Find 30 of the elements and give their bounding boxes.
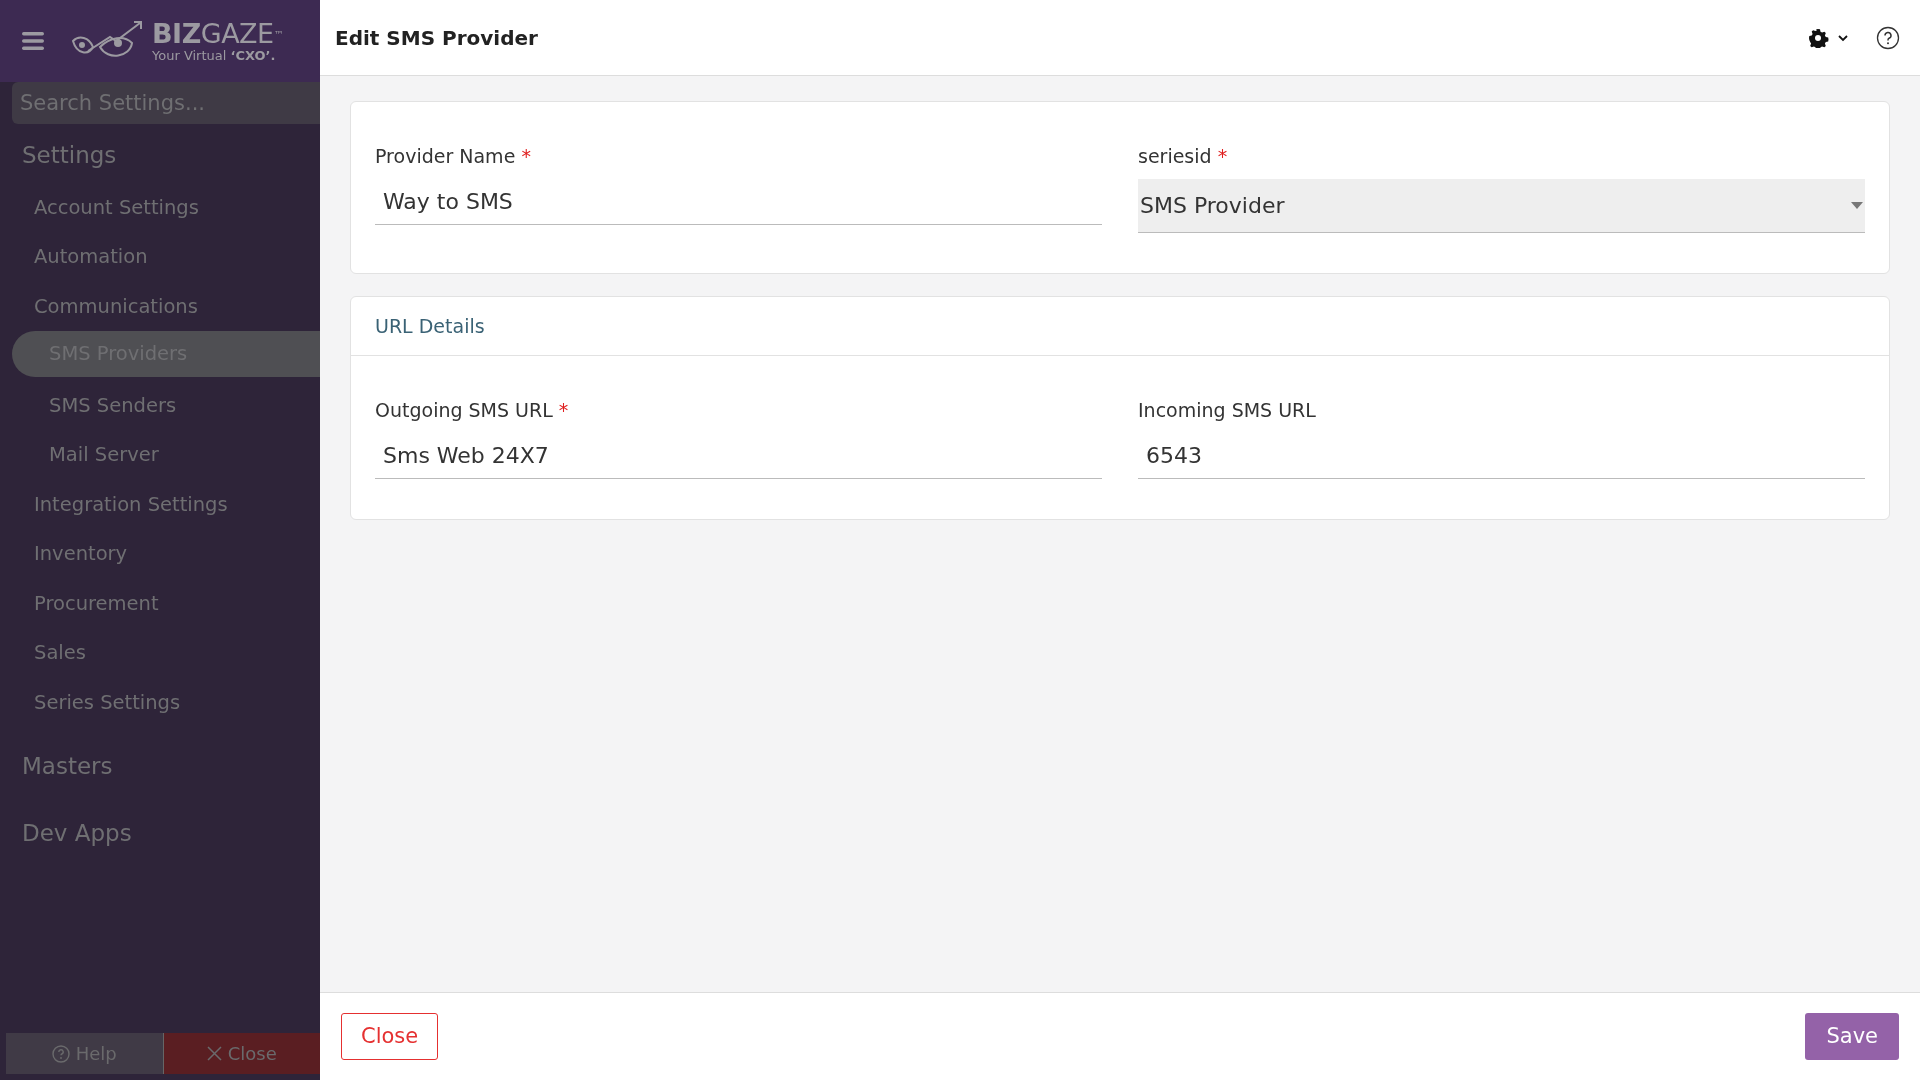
help-icon	[51, 1044, 70, 1063]
sidebar-section-heading[interactable]: Dev Apps	[0, 815, 320, 850]
sidebar-item[interactable]: Inventory	[0, 529, 320, 579]
close-button[interactable]: Close	[163, 1033, 320, 1074]
sidebar-item[interactable]: Sales	[0, 628, 320, 678]
field-label: Incoming SMS URL	[1138, 398, 1317, 423]
select-field[interactable]: SMS Provider	[1138, 178, 1865, 233]
sidebar-item[interactable]: Integration Settings	[0, 479, 320, 529]
dropdown-caret-icon	[1851, 201, 1863, 209]
field-label: seriesid *	[1138, 144, 1229, 169]
sidebar-item[interactable]: Automation	[0, 232, 320, 282]
logo-wordmark: BIZGAZE$^{™}$	[152, 20, 284, 47]
menu-icon[interactable]	[22, 32, 44, 50]
section-title: URL Details	[351, 296, 1889, 356]
sidebar-section-heading[interactable]: Masters	[0, 749, 320, 784]
close-button[interactable]: Close	[341, 1012, 439, 1061]
sidebar-section-heading[interactable]: Settings	[0, 138, 320, 173]
save-button[interactable]: Save	[1805, 1012, 1899, 1061]
field-label: Provider Name *	[375, 144, 532, 169]
sidebar-item[interactable]: SMS Senders	[0, 380, 320, 430]
sidebar-item[interactable]: Mail Server	[0, 430, 320, 480]
sidebar-item[interactable]: Account Settings	[0, 182, 320, 232]
sidebar-item[interactable]: Procurement	[0, 578, 320, 628]
logo-tagline: Your Virtual ‘CXO’.	[152, 49, 277, 62]
help-icon[interactable]	[1876, 25, 1900, 50]
field-label: Outgoing SMS URL *	[375, 398, 570, 423]
sidebar-item[interactable]: Communications	[0, 281, 320, 331]
close-icon	[206, 1046, 222, 1061]
sidebar-item[interactable]: Series Settings	[0, 677, 320, 727]
page-title: Edit SMS Provider	[335, 25, 538, 50]
